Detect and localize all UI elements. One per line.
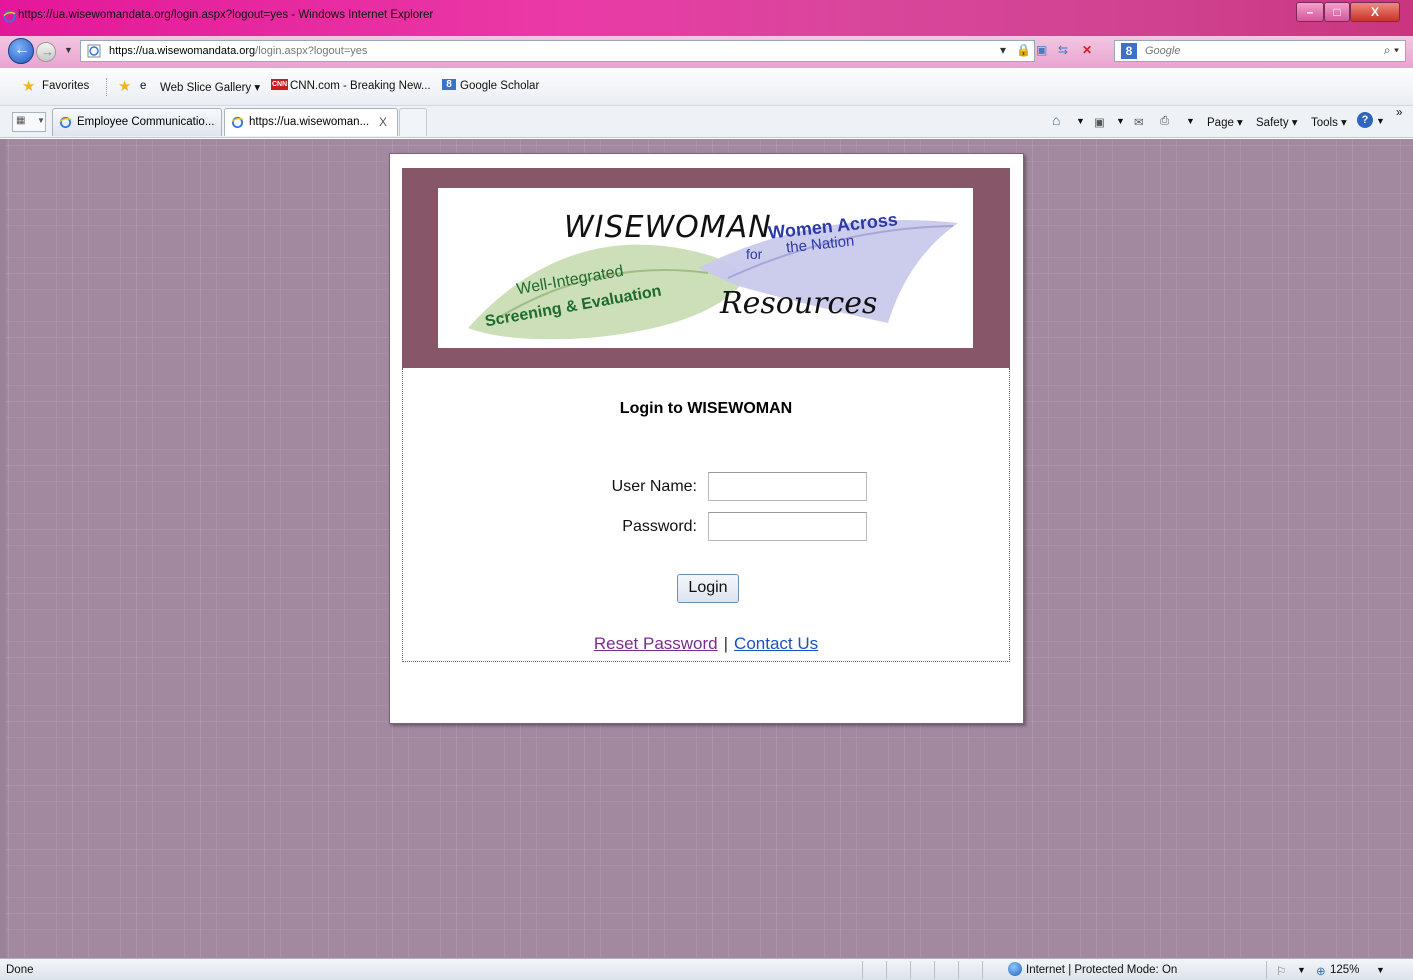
url-host: https://ua.wisewomandata.org xyxy=(109,45,256,57)
feeds-icon[interactable]: ▣ xyxy=(1094,115,1105,129)
favorite-web-slice-gallery[interactable]: Web Slice Gallery ▾ xyxy=(160,80,260,94)
search-engine-badge: 8 xyxy=(1121,43,1137,59)
divider xyxy=(106,78,107,96)
page-menu[interactable]: Page ▾ xyxy=(1207,115,1243,129)
close-window-button[interactable]: X xyxy=(1350,2,1400,22)
title-bar: https://ua.wisewomandata.org/login.aspx?… xyxy=(0,0,1413,36)
navigation-bar: ← → ▼ https://ua.wisewomandata.org/login… xyxy=(0,36,1413,68)
logo-brand: WISEWOMAN xyxy=(564,210,772,245)
wisewoman-logo: WISEWOMAN for Women Across the Nation We… xyxy=(438,188,973,348)
divider xyxy=(1266,961,1267,979)
tab-employee-communications[interactable]: Employee Communicatio... xyxy=(52,108,222,136)
cnn-icon: CNN xyxy=(271,79,289,90)
help-icon[interactable]: ? xyxy=(1357,112,1373,128)
favorite-google-scholar[interactable]: Google Scholar xyxy=(460,80,539,92)
login-card: WISEWOMAN for Women Across the Nation We… xyxy=(389,153,1024,724)
page-icon xyxy=(87,44,101,58)
home-dropdown-icon[interactable]: ▼ xyxy=(1076,116,1085,126)
tools-menu[interactable]: Tools ▾ xyxy=(1311,115,1347,129)
divider xyxy=(934,961,935,979)
back-arrow-icon: ← xyxy=(14,41,30,58)
address-url[interactable]: https://ua.wisewomandata.org/login.aspx?… xyxy=(109,45,367,57)
favorites-bar: ★ Favorites ★ e Web Slice Gallery ▾ CNN … xyxy=(0,68,1413,106)
mail-icon[interactable]: ✉ xyxy=(1134,115,1144,129)
divider xyxy=(982,961,983,979)
favorite-cnn[interactable]: CNN.com - Breaking New... xyxy=(290,80,431,92)
zoom-level[interactable]: 125% xyxy=(1330,964,1359,976)
status-text: Done xyxy=(6,964,34,976)
protected-mode-icon[interactable]: ⚐ xyxy=(1276,964,1286,978)
logo-for: for xyxy=(746,246,763,262)
home-icon[interactable]: ⌂ xyxy=(1052,112,1060,128)
web-slice-icon: e xyxy=(140,80,147,92)
internet-explorer-icon xyxy=(231,116,244,129)
zoom-icon: ⊕ xyxy=(1316,966,1326,978)
url-path: /login.aspx?logout=yes xyxy=(255,45,368,57)
tab-label: Employee Communicatio... xyxy=(77,116,215,128)
username-label: User Name: xyxy=(611,478,697,495)
status-bar: Done Internet | Protected Mode: On ⚐ ▼ ⊕… xyxy=(0,958,1413,980)
tab-bar: ▦ ▼ Employee Communicatio... https://ua.… xyxy=(0,106,1413,138)
feeds-dropdown-icon[interactable]: ▼ xyxy=(1116,116,1125,126)
quick-tabs-icon: ▦ xyxy=(16,115,26,126)
lock-icon[interactable]: 🔒 xyxy=(1016,43,1031,57)
reset-password-link[interactable]: Reset Password xyxy=(594,634,718,653)
minimize-button[interactable]: – xyxy=(1296,2,1324,22)
new-tab-button[interactable] xyxy=(399,108,427,136)
stop-icon[interactable]: ✕ xyxy=(1082,43,1092,57)
favorites-star-icon: ★ xyxy=(22,78,36,95)
divider xyxy=(910,961,911,979)
tab-list-dropdown-icon[interactable]: ▼ xyxy=(37,116,45,125)
login-links: Reset Password | Contact Us xyxy=(403,634,1009,654)
maximize-button[interactable]: □ xyxy=(1324,2,1350,22)
link-separator: | xyxy=(723,634,729,653)
username-input[interactable] xyxy=(708,472,867,501)
add-favorite-icon[interactable]: ★ xyxy=(118,77,131,95)
divider xyxy=(958,961,959,979)
print-icon[interactable]: ⎙ xyxy=(1160,115,1169,128)
safety-menu[interactable]: Safety ▾ xyxy=(1256,115,1298,129)
contact-us-link[interactable]: Contact Us xyxy=(734,634,818,653)
banner: WISEWOMAN for Women Across the Nation We… xyxy=(402,168,1010,368)
forward-arrow-icon: → xyxy=(41,44,54,59)
internet-explorer-icon xyxy=(3,10,16,23)
compatibility-icon[interactable]: ▣ xyxy=(1036,43,1047,57)
toolbar-overflow-icon[interactable]: » xyxy=(1396,107,1402,119)
google-scholar-icon: 8 xyxy=(442,79,456,90)
password-input[interactable] xyxy=(708,512,867,541)
internet-explorer-icon xyxy=(59,116,72,129)
print-dropdown-icon[interactable]: ▼ xyxy=(1186,116,1195,126)
protected-mode-dropdown-icon[interactable]: ▼ xyxy=(1297,965,1306,975)
favorites-button[interactable]: Favorites xyxy=(42,80,89,92)
search-icon[interactable]: ⌕ ▾ xyxy=(1384,43,1399,58)
password-label: Password: xyxy=(622,518,697,535)
page-left-edge xyxy=(0,139,6,958)
forward-button[interactable]: → xyxy=(36,42,56,62)
search-placeholder: Google xyxy=(1145,45,1181,57)
zoom-dropdown-icon[interactable]: ▼ xyxy=(1376,965,1385,975)
divider xyxy=(862,961,863,979)
refresh-icon[interactable]: ⇆ xyxy=(1058,43,1068,57)
divider xyxy=(886,961,887,979)
login-form: Login to WISEWOMAN User Name: Password: … xyxy=(402,368,1010,662)
history-dropdown-icon[interactable]: ▼ xyxy=(64,45,73,55)
search-box[interactable]: 8 Google ⌕ ▾ xyxy=(1114,40,1406,62)
address-tools: ▾ 🔒 ▣ ⇆ ✕ xyxy=(1000,40,1110,62)
address-dropdown-icon[interactable]: ▾ xyxy=(1000,43,1006,57)
login-button[interactable]: Login xyxy=(677,574,739,603)
logo-resources: Resources xyxy=(720,286,878,321)
back-button[interactable]: ← xyxy=(8,38,34,64)
internet-zone-icon xyxy=(1008,962,1022,976)
help-dropdown-icon[interactable]: ▼ xyxy=(1376,116,1385,126)
tab-label: https://ua.wisewoman... xyxy=(249,116,370,128)
address-bar[interactable]: https://ua.wisewomandata.org/login.aspx?… xyxy=(80,40,1035,62)
security-zone-text[interactable]: Internet | Protected Mode: On xyxy=(1026,964,1177,976)
close-tab-icon[interactable]: X xyxy=(379,115,387,129)
window-title: https://ua.wisewomandata.org/login.aspx?… xyxy=(18,9,434,21)
tab-wisewoman[interactable]: https://ua.wisewoman... X xyxy=(224,108,398,136)
login-title: Login to WISEWOMAN xyxy=(619,400,793,417)
quick-tabs-button[interactable]: ▦ ▼ xyxy=(12,112,46,132)
